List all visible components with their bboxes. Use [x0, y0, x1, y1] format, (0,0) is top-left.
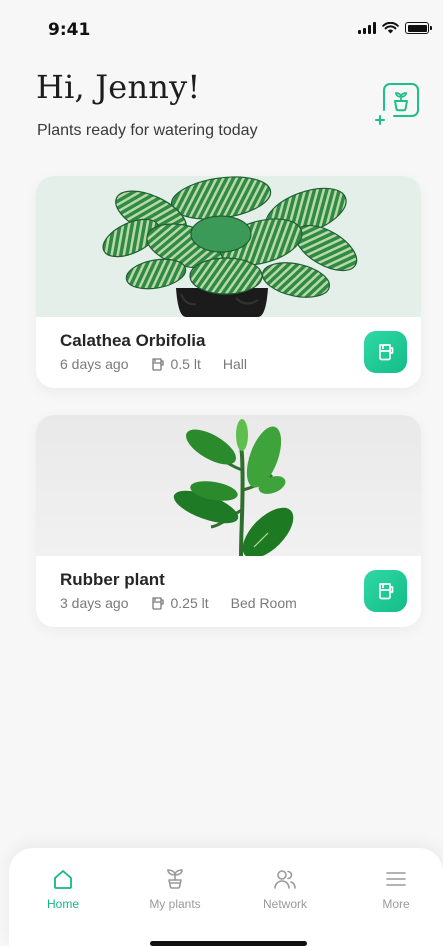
water-amount: 0.25 lt [151, 595, 209, 611]
add-plant-button[interactable] [374, 80, 422, 126]
water-amount: 0.5 lt [151, 356, 201, 372]
nav-item-my-plants[interactable]: My plants [130, 868, 220, 911]
plant-icon [167, 869, 183, 889]
users-icon [274, 870, 296, 889]
bottom-nav: Home My plants Network More [9, 848, 443, 946]
watering-jug-icon [151, 596, 165, 610]
nav-label: My plants [149, 897, 201, 911]
nav-item-home[interactable]: Home [18, 868, 108, 911]
home-icon [54, 870, 72, 889]
calathea-plant-image [36, 176, 421, 317]
battery-icon [405, 22, 432, 34]
status-bar: 9:41 [0, 0, 443, 60]
water-plant-button[interactable] [364, 570, 407, 612]
menu-icon [386, 872, 406, 886]
nav-label: Network [262, 897, 307, 911]
add-plant-icon [375, 83, 419, 125]
water-amount-text: 0.5 lt [170, 356, 201, 372]
plant-meta: 3 days ago 0.25 lt Bed Room [60, 595, 297, 611]
last-watered: 3 days ago [60, 595, 129, 611]
nav-item-network[interactable]: Network [240, 868, 330, 911]
watering-jug-icon [151, 357, 165, 371]
plant-card[interactable]: Calathea Orbifolia 6 days ago 0.5 lt Hal… [36, 176, 421, 388]
nav-item-more[interactable]: More [351, 868, 441, 911]
wifi-icon [382, 22, 399, 34]
page-subtitle: Plants ready for watering today [37, 122, 258, 139]
status-icons [358, 22, 432, 34]
nav-label: Home [46, 897, 79, 911]
status-time: 9:41 [48, 20, 91, 40]
watering-jug-icon [378, 583, 393, 600]
watering-jug-icon [378, 344, 393, 361]
last-watered: 6 days ago [60, 356, 129, 372]
plant-name: Calathea Orbifolia [60, 331, 206, 350]
plant-location: Bed Room [230, 595, 297, 611]
plant-meta: 6 days ago 0.5 lt Hall [60, 356, 247, 372]
plant-location: Hall [222, 356, 247, 372]
greeting-title: Hi, Jenny! [36, 68, 201, 106]
signal-icon [358, 22, 376, 34]
plant-card[interactable]: Rubber plant 3 days ago 0.25 lt Bed Room [36, 415, 421, 627]
home-indicator [150, 941, 307, 946]
water-plant-button[interactable] [364, 331, 407, 373]
plant-name: Rubber plant [60, 570, 165, 589]
rubber-plant-image [36, 415, 421, 556]
nav-label: More [382, 897, 410, 911]
water-amount-text: 0.25 lt [170, 595, 209, 611]
